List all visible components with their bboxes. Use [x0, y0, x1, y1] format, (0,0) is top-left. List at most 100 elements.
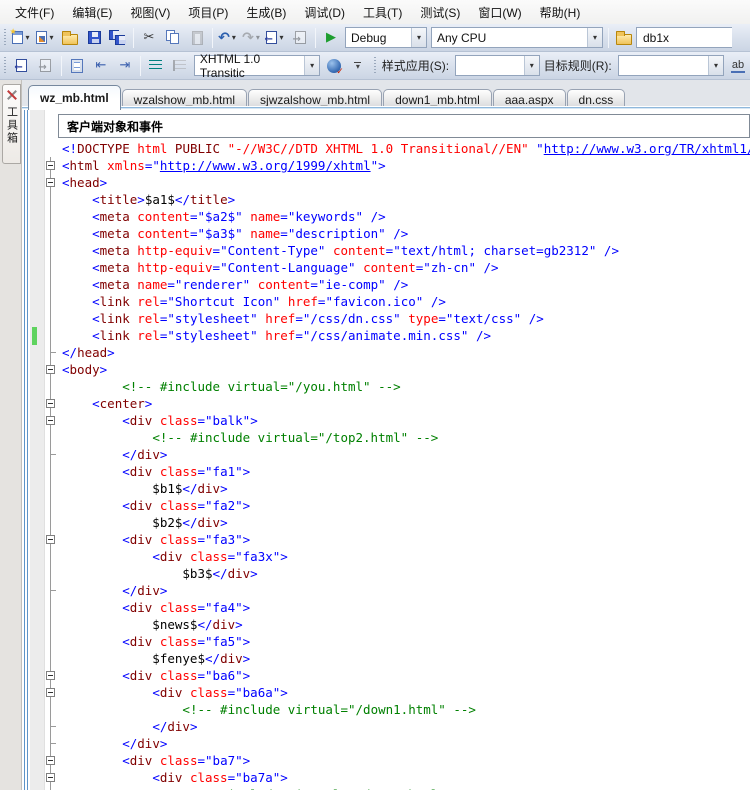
change-margin [30, 242, 40, 259]
fold-collapse-icon[interactable] [46, 365, 55, 374]
fold-collapse-icon[interactable] [46, 399, 55, 408]
html-source-editing-toolbar: ← → ⇤ ⇥ XHTML 1.0 Transitic ▾ ▾ 样式应用(S):… [0, 52, 750, 80]
menu-item[interactable]: 工具(T) [354, 1, 411, 24]
code-text: </div> [62, 718, 197, 735]
fold-gutter [40, 191, 62, 208]
browser-style-button[interactable]: ab [727, 55, 749, 77]
menu-item[interactable]: 视图(V) [121, 1, 179, 24]
chevron-down-icon[interactable]: ▾ [304, 56, 319, 75]
redo-button[interactable]: ↷ ▾ [241, 27, 263, 49]
menu-item[interactable]: 窗口(W) [469, 1, 530, 24]
toolbar-separator [133, 28, 134, 48]
navigate-forward-icon: → [40, 59, 51, 72]
save-button[interactable] [83, 27, 105, 49]
fold-collapse-icon[interactable] [46, 535, 55, 544]
chevron-down-icon[interactable]: ▾ [708, 56, 723, 75]
fold-gutter [40, 412, 62, 429]
copy-button[interactable] [162, 27, 184, 49]
decrease-indent-button[interactable]: ⇤ [90, 55, 112, 77]
code-text: $b1$</div> [62, 480, 228, 497]
fold-collapse-icon[interactable] [46, 756, 55, 765]
find-in-files-button[interactable] [613, 27, 635, 49]
format-lines-icon [149, 60, 162, 71]
navigate-backward-button[interactable]: ← ▾ [265, 27, 287, 49]
fold-gutter [40, 276, 62, 293]
change-margin [30, 548, 40, 565]
chevron-down-icon[interactable]: ▾ [279, 33, 283, 42]
menu-item[interactable]: 帮助(H) [531, 1, 590, 24]
change-margin [30, 701, 40, 718]
solution-platform-select[interactable]: Any CPU ▾ [431, 27, 603, 48]
chevron-down-icon[interactable]: ▾ [524, 56, 539, 75]
new-project-icon: ★ [12, 31, 23, 44]
fold-collapse-icon[interactable] [46, 671, 55, 680]
editor-splitter[interactable] [23, 110, 29, 790]
menu-item[interactable]: 测试(S) [411, 1, 469, 24]
check-accessibility-button[interactable] [323, 55, 345, 77]
save-all-icon [109, 30, 127, 46]
fold-gutter [40, 242, 62, 259]
toolbar-overflow-button[interactable]: ▾ [347, 55, 369, 77]
paste-button[interactable] [186, 27, 208, 49]
code-text: <meta content="$a2$" name="keywords" /> [62, 208, 386, 225]
chevron-down-icon[interactable]: ▾ [49, 33, 53, 42]
fold-collapse-icon[interactable] [46, 178, 55, 187]
indent-icon: ⇥ [119, 58, 130, 73]
solution-configuration-value: Debug [351, 31, 386, 45]
vs-ide-window: 文件(F)编辑(E)视图(V)项目(P)生成(B)调试(D)工具(T)测试(S)… [0, 0, 750, 790]
toolbar-grip[interactable] [2, 29, 8, 47]
solution-configuration-select[interactable]: Debug ▾ [345, 27, 427, 48]
style-apply-select[interactable]: ▾ [455, 55, 540, 76]
menu-item[interactable]: 调试(D) [295, 1, 354, 24]
tab-wz_mb.html[interactable]: wz_mb.html [28, 85, 121, 110]
target-rule-select[interactable]: ▾ [618, 55, 724, 76]
undo-button[interactable]: ↶ ▾ [217, 27, 239, 49]
fold-collapse-icon[interactable] [46, 161, 55, 170]
code-text: <div class="balk"> [62, 412, 258, 429]
code-navigate-backward-button[interactable]: ← [11, 55, 33, 77]
change-margin [30, 650, 40, 667]
fold-collapse-icon[interactable] [46, 773, 55, 782]
chevron-down-icon[interactable]: ▾ [411, 28, 426, 47]
change-margin [30, 276, 40, 293]
change-margin [30, 208, 40, 225]
code-line: </div> [30, 446, 750, 463]
new-project-button[interactable]: ★ ▾ [11, 27, 33, 49]
toolbar-grip[interactable] [372, 57, 378, 75]
cut-button[interactable]: ✂ [138, 27, 160, 49]
fold-gutter [40, 310, 62, 327]
menu-item[interactable]: 生成(B) [237, 1, 295, 24]
navigate-forward-button[interactable]: → [289, 27, 311, 49]
change-margin [30, 599, 40, 616]
fold-gutter [40, 701, 62, 718]
code-line: <head> [30, 174, 750, 191]
toolbox-tab[interactable]: 工具箱 [2, 84, 21, 164]
chevron-down-icon[interactable]: ▾ [232, 33, 236, 42]
menu-item[interactable]: 编辑(E) [63, 1, 121, 24]
menu-item[interactable]: 项目(P) [179, 1, 237, 24]
open-file-button[interactable] [59, 27, 81, 49]
chevron-down-icon[interactable]: ▾ [587, 28, 602, 47]
save-all-button[interactable] [107, 27, 129, 49]
undo-icon: ↶ [218, 30, 230, 46]
add-item-button[interactable]: ▾ [35, 27, 57, 49]
target-schema-select[interactable]: XHTML 1.0 Transitic ▾ [194, 55, 320, 76]
format-selection-button[interactable] [169, 55, 191, 77]
increase-indent-button[interactable]: ⇥ [114, 55, 136, 77]
code-area[interactable]: <!DOCTYPE html PUBLIC "-//W3C//DTD XHTML… [30, 140, 750, 790]
search-input[interactable]: db1x [636, 27, 732, 48]
fold-collapse-icon[interactable] [46, 688, 55, 697]
chevron-down-icon[interactable]: ▾ [25, 33, 29, 42]
format-document-button[interactable] [145, 55, 167, 77]
start-debugging-button[interactable]: ▶ [320, 27, 342, 49]
formatting-marks-button[interactable] [66, 55, 88, 77]
fold-collapse-icon[interactable] [46, 416, 55, 425]
chevron-down-icon[interactable]: ▾ [256, 33, 260, 42]
toolbar-grip[interactable] [2, 57, 8, 75]
client-objects-dropdown[interactable]: 客户端对象和事件 [58, 114, 750, 138]
menu-item[interactable]: 文件(F) [6, 1, 63, 24]
code-text: $fenye$</div> [62, 650, 250, 667]
code-navigate-forward-button[interactable]: → [35, 55, 57, 77]
code-line: <div class="ba7"> [30, 752, 750, 769]
code-text: <meta http-equiv="Content-Type" content=… [62, 242, 619, 259]
